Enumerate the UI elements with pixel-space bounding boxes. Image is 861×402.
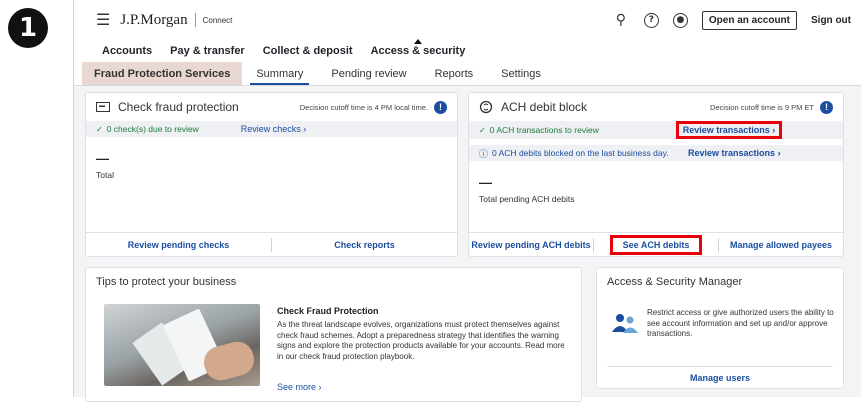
nav-access-security[interactable]: Access & security: [371, 39, 465, 62]
top-actions: ⚲ ? ● Open an account Sign out: [612, 10, 851, 30]
review-transactions-link-2[interactable]: Review transactions ›: [688, 148, 781, 158]
brand-subtitle: Connect: [202, 15, 233, 25]
check-reports-link[interactable]: Check reports: [272, 240, 457, 250]
total-value: —: [96, 151, 109, 166]
status-band: ✓ 0 check(s) due to review Review checks…: [86, 121, 457, 137]
help-icon[interactable]: ?: [643, 12, 659, 28]
nav-collect-deposit[interactable]: Collect & deposit: [263, 45, 353, 62]
open-account-button[interactable]: Open an account: [701, 10, 797, 30]
main-nav: Accounts Pay & transfer Collect & deposi…: [74, 39, 861, 62]
asm-body: Restrict access or give authorized users…: [647, 308, 834, 338]
users-icon: [612, 314, 638, 333]
total-value: —: [479, 175, 492, 190]
status-text: 0 ACH transactions to review: [489, 125, 599, 135]
see-ach-debits-link[interactable]: See ACH debits: [609, 234, 703, 255]
ach-debit-card: ACH debit block Decision cutoff time is …: [468, 92, 844, 257]
tab-settings[interactable]: Settings: [487, 62, 555, 85]
manage-allowed-payees-link[interactable]: Manage allowed payees: [719, 240, 843, 250]
sign-out-link[interactable]: Sign out: [811, 15, 851, 26]
status-band: ✓ 0 ACH transactions to review Review tr…: [469, 121, 843, 139]
tips-card: Tips to protect your business Check Frau…: [85, 267, 582, 402]
info-icon: ⓘ: [479, 148, 489, 159]
asm-title: Access & Security Manager: [607, 276, 743, 288]
section-label: Fraud Protection Services: [82, 62, 243, 85]
step-number-badge: 1: [8, 8, 48, 48]
nav-accounts[interactable]: Accounts: [102, 45, 152, 62]
app-window: ☰ J.P.Morgan Connect ⚲ ? ● Open an accou…: [73, 0, 861, 402]
review-checks-link[interactable]: Review checks ›: [241, 124, 307, 134]
card-footer: Review pending checks Check reports: [86, 232, 457, 256]
review-transactions-label: Review transactions: [682, 125, 770, 135]
cutoff-text: Decision cutoff time is 9 PM ET: [709, 102, 814, 112]
check-fraud-photo: [104, 304, 260, 386]
checkmark-icon: ✓: [96, 124, 103, 134]
sub-nav: Fraud Protection Services Summary Pendin…: [74, 62, 861, 86]
total-label: Total pending ACH debits: [479, 194, 575, 204]
cutoff-text: Decision cutoff time is 4 PM local time.: [299, 102, 428, 112]
shield-block-icon: [479, 100, 493, 114]
nav-pay-transfer[interactable]: Pay & transfer: [170, 45, 245, 62]
profile-icon[interactable]: ●: [672, 12, 688, 28]
total-label: Total: [96, 170, 114, 180]
tab-reports[interactable]: Reports: [421, 62, 488, 85]
review-checks-label: Review checks: [240, 124, 301, 134]
alert-icon[interactable]: !: [820, 100, 833, 114]
check-fraud-card: Check fraud protection Decision cutoff t…: [85, 92, 458, 257]
card-header: Check fraud protection Decision cutoff t…: [86, 93, 457, 121]
see-ach-debits-wrap: See ACH debits: [594, 234, 718, 255]
see-more-label: See more: [277, 382, 317, 392]
see-more-link[interactable]: See more ›: [277, 382, 322, 392]
card-title: ACH debit block: [501, 100, 588, 114]
review-transactions-label-2: Review transactions: [688, 148, 776, 158]
card-footer: Review pending ACH debits See ACH debits…: [469, 232, 843, 256]
status-text: 0 check(s) due to review: [106, 124, 199, 134]
cutoff-notice: Decision cutoff time is 4 PM local time.…: [299, 100, 447, 114]
review-transactions-link[interactable]: Review transactions ›: [675, 121, 783, 139]
blocked-band: ⓘ 0 ACH debits blocked on the last busin…: [469, 145, 843, 161]
card-header: ACH debit block Decision cutoff time is …: [469, 93, 843, 121]
tips-title: Tips to protect your business: [96, 276, 237, 288]
review-pending-ach-link[interactable]: Review pending ACH debits: [469, 240, 593, 250]
access-security-manager-card: Access & Security Manager Restrict acces…: [596, 267, 844, 389]
review-pending-checks-link[interactable]: Review pending checks: [86, 240, 271, 250]
alert-icon[interactable]: !: [434, 100, 447, 114]
checkmark-icon: ✓: [479, 125, 486, 135]
card-title: Check fraud protection: [118, 100, 239, 114]
blocked-text: 0 ACH debits blocked on the last busines…: [492, 148, 669, 158]
tips-body: As the threat landscape evolves, organiz…: [277, 320, 565, 361]
cutoff-notice: Decision cutoff time is 9 PM ET !: [709, 100, 833, 114]
brand-logo[interactable]: J.P.Morgan: [120, 12, 187, 29]
search-icon[interactable]: ⚲: [612, 12, 630, 28]
check-icon: [96, 102, 110, 112]
menu-icon[interactable]: ☰: [96, 10, 110, 30]
tab-summary[interactable]: Summary: [242, 62, 317, 85]
tips-heading: Check Fraud Protection: [277, 306, 379, 316]
tab-pending-review[interactable]: Pending review: [317, 62, 420, 85]
top-bar: ☰ J.P.Morgan Connect ⚲ ? ● Open an accou…: [74, 0, 861, 40]
manage-users-link[interactable]: Manage users: [607, 366, 833, 388]
brand-divider: [194, 13, 196, 27]
